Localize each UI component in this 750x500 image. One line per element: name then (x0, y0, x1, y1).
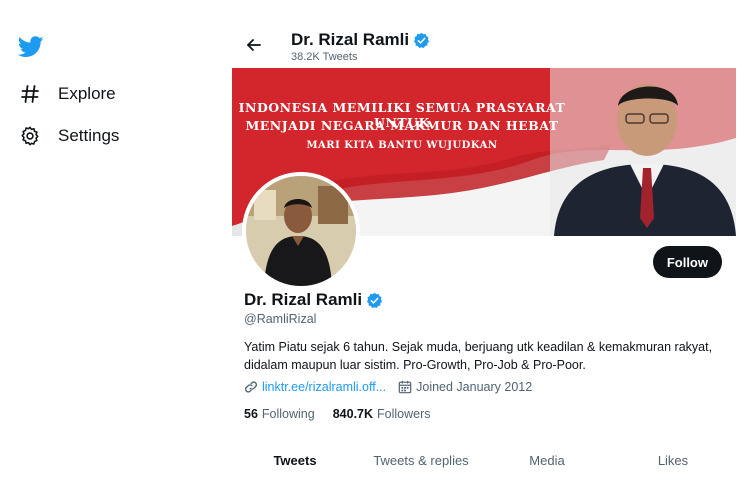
profile-handle: @RamliRizal (244, 312, 317, 326)
tab-media[interactable]: Media (484, 442, 610, 478)
header-tweet-count: 38.2K Tweets (291, 51, 358, 63)
follow-button[interactable]: Follow (652, 246, 722, 278)
nav-label-explore: Explore (58, 84, 116, 103)
hashtag-icon (18, 82, 42, 106)
verified-badge-icon (367, 292, 383, 308)
link-icon (245, 381, 257, 393)
profile-name: Dr. Rizal Ramli (244, 290, 383, 310)
back-arrow-icon[interactable] (244, 35, 264, 55)
profile-bio: Yatim Piatu sejak 6 tahun. Sejak muda, b… (244, 338, 730, 374)
following-label: Following (261, 407, 315, 421)
profile-meta: linktr.ee/rizalramli.off... Joined Janua… (244, 380, 532, 394)
following-stat[interactable]: 56 Following (244, 407, 315, 421)
profile-column: Dr. Rizal Ramli 38.2K Tweets INDONESIA M… (232, 22, 736, 500)
profile-tabs: Tweets Tweets & replies Media Likes (232, 442, 736, 478)
tab-tweets-and-replies[interactable]: Tweets & replies (358, 442, 484, 478)
following-count: 56 (244, 407, 258, 421)
nav-label-settings: Settings (58, 126, 120, 145)
tab-likes[interactable]: Likes (610, 442, 736, 478)
nav-item-explore[interactable]: Explore (18, 80, 116, 108)
tab-tweets[interactable]: Tweets (232, 442, 358, 478)
joined-date-text: Joined January 2012 (416, 380, 533, 394)
profile-name-text: Dr. Rizal Ramli (244, 290, 363, 309)
verified-badge-icon (414, 32, 430, 48)
bio-line-1: Yatim Piatu sejak 6 tahun. Sejak muda, b… (244, 340, 713, 354)
gear-icon (18, 124, 42, 148)
avatar-photo (246, 176, 356, 286)
nav-item-settings[interactable]: Settings (18, 122, 119, 150)
profile-website-link[interactable]: linktr.ee/rizalramli.off... (262, 380, 386, 394)
header-name-text: Dr. Rizal Ramli (291, 30, 410, 49)
profile-header-bar: Dr. Rizal Ramli 38.2K Tweets (232, 22, 736, 68)
banner-headline-line2: MENJADI NEGARA MAKMUR DAN HEBAT (245, 118, 559, 133)
joined-date: Joined January 2012 (398, 380, 532, 394)
twitter-bird-icon[interactable] (18, 36, 44, 58)
bio-line-2: didalam maupun luar sistim. Pro-Growth, … (244, 358, 586, 372)
follow-stats: 56 Following 840.7K Followers (244, 407, 449, 421)
followers-label: Followers (377, 407, 431, 421)
followers-count: 840.7K (332, 407, 374, 421)
banner-tagline: MARI KITA BANTU WUJUDKAN (306, 140, 498, 151)
profile-avatar[interactable] (242, 172, 360, 290)
followers-stat[interactable]: 840.7K Followers (333, 407, 431, 421)
header-name: Dr. Rizal Ramli (291, 30, 430, 50)
calendar-icon (398, 380, 412, 394)
